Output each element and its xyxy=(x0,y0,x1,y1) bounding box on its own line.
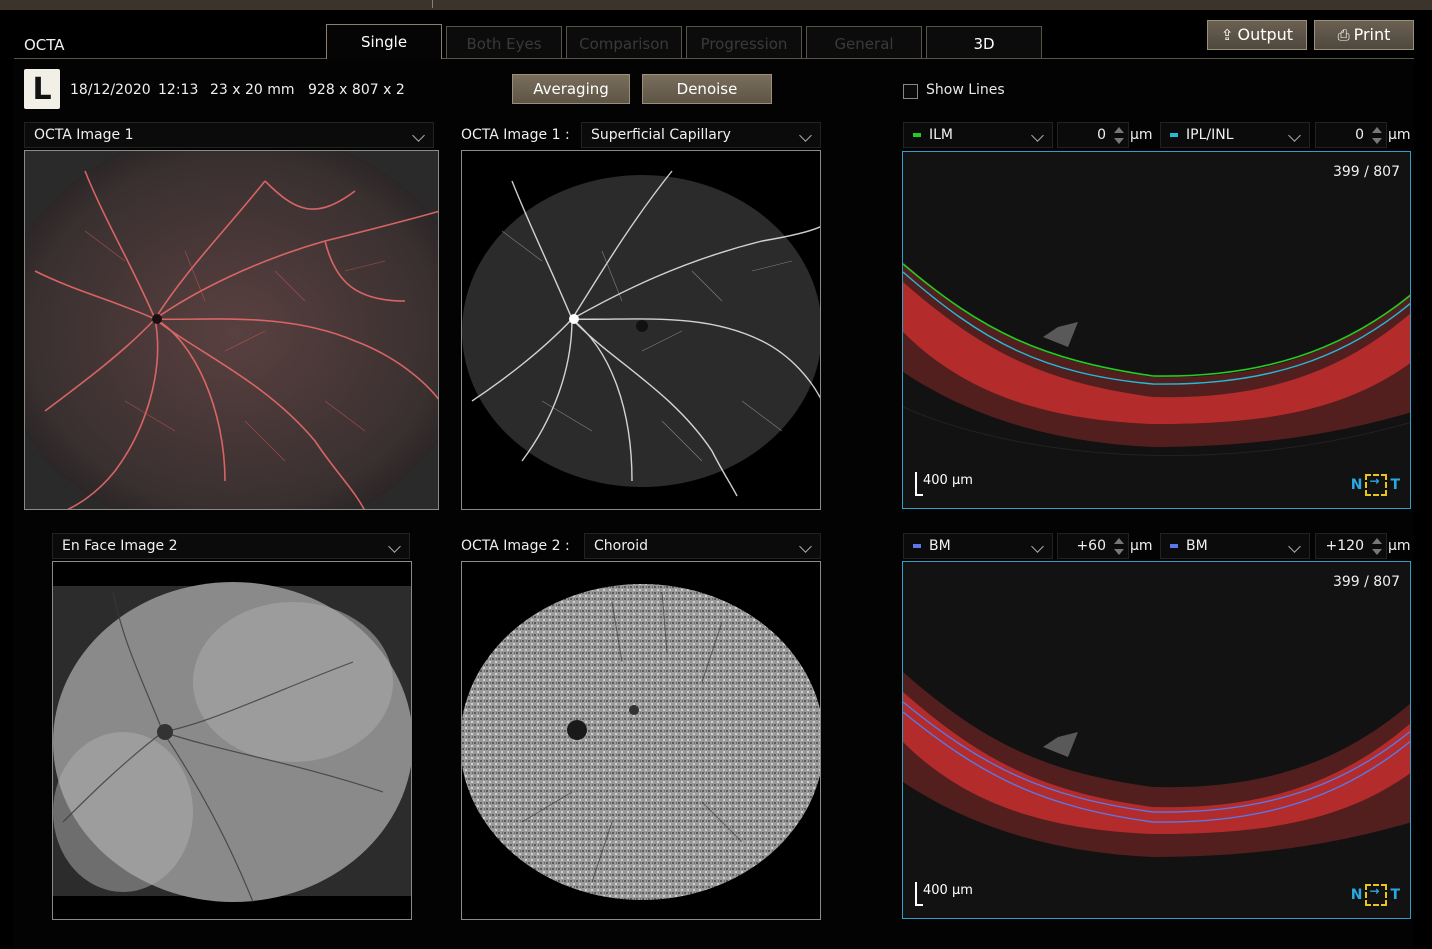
scale-label: 400 µm xyxy=(923,883,973,898)
tab-3d[interactable]: 3D xyxy=(926,26,1042,58)
slice-counter: 399 / 807 xyxy=(1332,574,1400,590)
unit-label: µm xyxy=(1388,538,1411,554)
octa-image-1-select[interactable]: OCTA Image 1 xyxy=(24,122,434,148)
nasal-label: N xyxy=(1350,887,1363,903)
stepper-value: +120 xyxy=(1325,538,1364,554)
window-top-bar xyxy=(0,0,1432,10)
octa-image-1-label: OCTA Image 1 : xyxy=(461,127,570,143)
export-icon: ⇪ xyxy=(1220,26,1234,44)
select-value: En Face Image 2 xyxy=(62,538,178,554)
stepper-value: +60 xyxy=(1076,538,1106,554)
superficial-capillary-select[interactable]: Superficial Capillary xyxy=(581,122,821,148)
octa-image-1-panel[interactable] xyxy=(24,150,439,510)
chevron-down-icon xyxy=(799,540,812,553)
select-value: ILM xyxy=(929,127,954,143)
averaging-button[interactable]: Averaging xyxy=(512,74,630,104)
print-label: Print xyxy=(1353,25,1391,44)
orientation-indicator: NT xyxy=(1351,884,1400,906)
direction-icon xyxy=(1365,884,1388,906)
en-face-image-2-select[interactable]: En Face Image 2 xyxy=(52,533,410,559)
direction-icon xyxy=(1365,474,1388,496)
chevron-down-icon xyxy=(1288,129,1301,142)
slice-counter: 399 / 807 xyxy=(1332,164,1400,180)
print-button[interactable]: ⎙ Print xyxy=(1314,20,1414,50)
output-button[interactable]: ⇪ Output xyxy=(1207,20,1307,50)
select-value: IPL/INL xyxy=(1186,127,1234,143)
select-value: Choroid xyxy=(594,538,649,554)
chevron-down-icon xyxy=(1288,540,1301,553)
printer-icon: ⎙ xyxy=(1337,26,1350,44)
lower-offset-stepper[interactable]: 0 xyxy=(1315,122,1387,148)
superficial-capillary-panel[interactable] xyxy=(461,150,821,510)
stepper-down-icon[interactable] xyxy=(1114,549,1124,555)
scan-resolution: 928 x 807 x 2 xyxy=(308,82,405,98)
upper-layer-select[interactable]: BM xyxy=(903,533,1053,559)
stepper-value: 0 xyxy=(1097,127,1106,143)
tab-comparison[interactable]: Comparison xyxy=(566,26,682,58)
upper-offset-stepper[interactable]: +60 xyxy=(1057,533,1129,559)
upper-layer-select[interactable]: ILM xyxy=(903,122,1053,148)
layer-color-swatch xyxy=(1170,544,1178,548)
scale-bar xyxy=(915,882,923,906)
chevron-down-icon xyxy=(1031,540,1044,553)
stepper-up-icon[interactable] xyxy=(1114,127,1124,133)
octa-image-2-label: OCTA Image 2 : xyxy=(461,538,570,554)
tab-general[interactable]: General xyxy=(806,26,922,58)
orientation-indicator: NT xyxy=(1351,474,1400,496)
layer-color-swatch xyxy=(913,133,921,137)
stepper-up-icon[interactable] xyxy=(1372,538,1382,544)
bscan-bottom-panel[interactable]: 399 / 807 400 µm NT xyxy=(902,561,1411,919)
tab-both-eyes[interactable]: Both Eyes xyxy=(446,26,562,58)
scan-size: 23 x 20 mm xyxy=(210,82,295,98)
en-face-image-2-panel[interactable] xyxy=(52,561,412,920)
denoise-button[interactable]: Denoise xyxy=(642,74,772,104)
select-value: BM xyxy=(929,538,951,554)
stepper-down-icon[interactable] xyxy=(1114,138,1124,144)
select-value: OCTA Image 1 xyxy=(34,127,134,143)
lower-offset-stepper[interactable]: +120 xyxy=(1315,533,1387,559)
chevron-down-icon xyxy=(412,129,425,142)
stepper-down-icon[interactable] xyxy=(1372,138,1382,144)
eye-badge: L xyxy=(24,69,60,109)
unit-label: µm xyxy=(1130,127,1153,143)
choroid-panel[interactable] xyxy=(461,561,821,920)
chevron-down-icon xyxy=(1031,129,1044,142)
layer-color-swatch xyxy=(913,544,921,548)
divider xyxy=(432,0,433,8)
lower-layer-select[interactable]: BM xyxy=(1160,533,1310,559)
chevron-down-icon xyxy=(799,129,812,142)
scan-date: 18/12/2020 xyxy=(70,82,151,98)
stepper-up-icon[interactable] xyxy=(1114,538,1124,544)
stepper-value: 0 xyxy=(1355,127,1364,143)
scan-time: 12:13 xyxy=(158,82,199,98)
choroid-select[interactable]: Choroid xyxy=(584,533,821,559)
bscan-top-panel[interactable]: 399 / 807 400 µm NT xyxy=(902,151,1411,509)
unit-label: µm xyxy=(1388,127,1411,143)
select-value: BM xyxy=(1186,538,1208,554)
output-label: Output xyxy=(1237,25,1294,44)
lower-layer-select[interactable]: IPL/INL xyxy=(1160,122,1310,148)
nasal-label: N xyxy=(1350,477,1363,493)
upper-offset-stepper[interactable]: 0 xyxy=(1057,122,1129,148)
temporal-label: T xyxy=(1390,887,1400,903)
scale-label: 400 µm xyxy=(923,473,973,488)
stepper-down-icon[interactable] xyxy=(1372,549,1382,555)
show-lines-checkbox[interactable] xyxy=(903,84,918,99)
stepper-up-icon[interactable] xyxy=(1372,127,1382,133)
tab-progression[interactable]: Progression xyxy=(686,26,802,58)
tab-single[interactable]: Single xyxy=(326,24,442,59)
app-title: OCTA xyxy=(24,36,65,54)
chevron-down-icon xyxy=(388,540,401,553)
unit-label: µm xyxy=(1130,538,1153,554)
scale-bar xyxy=(915,472,923,496)
layer-color-swatch xyxy=(1170,133,1178,137)
temporal-label: T xyxy=(1390,477,1400,493)
select-value: Superficial Capillary xyxy=(591,127,731,143)
show-lines-label: Show Lines xyxy=(926,82,1005,98)
